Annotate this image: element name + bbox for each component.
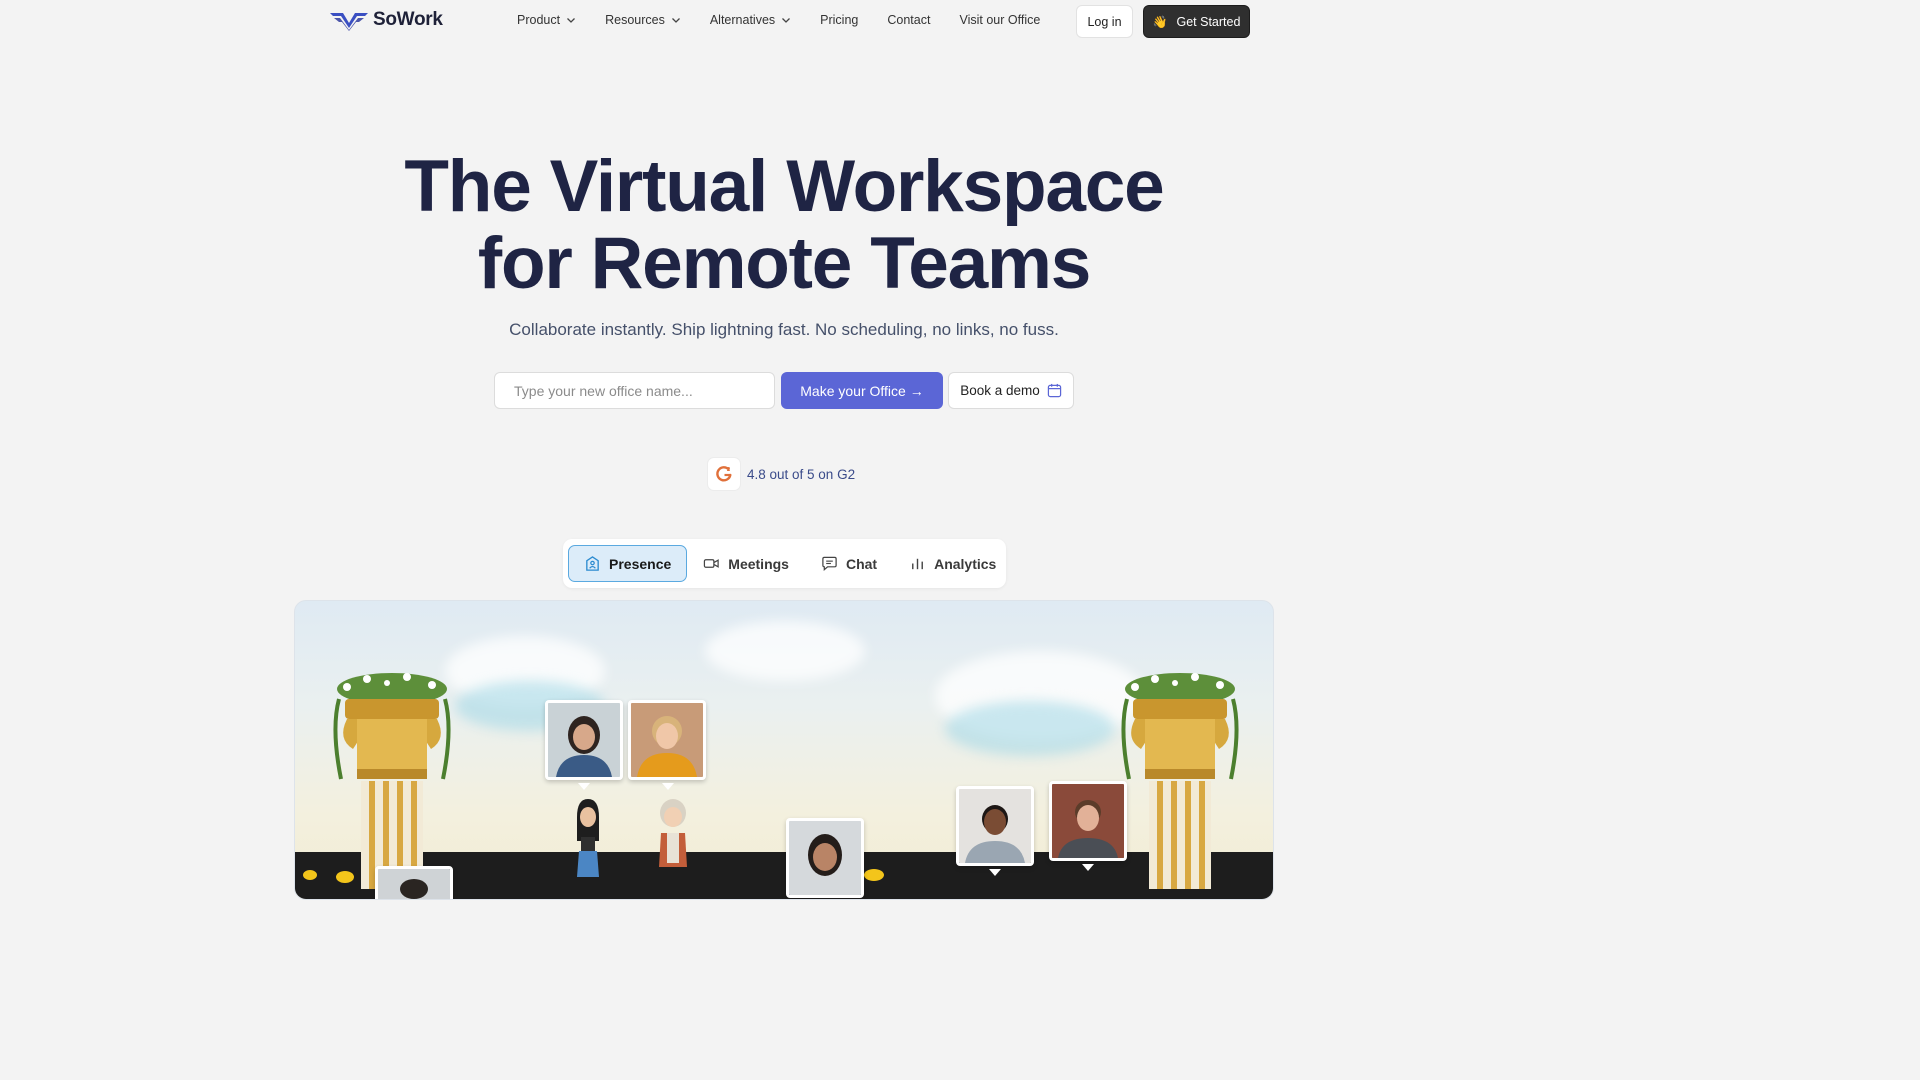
rating-text: 4.8 out of 5 on G2 [747,466,856,482]
chevron-down-icon [782,18,791,23]
nav-item-label: Product [517,13,561,27]
nav-item-resources[interactable]: Resources [605,13,681,27]
virtual-office-scene [294,600,1274,900]
hero-title-line-1: The Virtual Workspace [404,146,1164,227]
video-camera-icon [704,559,720,568]
feature-tabs: Presence Meetings Chat Analytics [563,539,1006,588]
tab-presence[interactable]: Presence [568,545,688,582]
participant-video-tile[interactable] [956,786,1034,866]
g2-glyph: 2 [716,466,732,482]
office-name-input[interactable] [494,372,775,409]
nav-item-label: Alternatives [709,13,776,27]
person-portrait [959,789,1031,863]
g2-logo-icon: 2 [708,458,740,490]
cloud [705,621,865,681]
sowork-wings-icon [330,13,368,31]
greek-column-left [333,673,451,889]
login-button[interactable]: Log in [1076,5,1133,38]
participant-video-tile[interactable] [628,700,706,780]
nav-item-alternatives[interactable]: Alternatives [710,13,791,27]
calendar-icon [1047,383,1061,398]
get-started-button[interactable]: 👋 Get Started [1143,5,1250,38]
book-demo-label: Book a demo [960,383,1040,398]
person-portrait [378,869,450,899]
chevron-down-icon [671,18,680,23]
user-avatar[interactable] [653,797,693,887]
book-demo-button[interactable]: Book a demo [948,372,1074,409]
nav-item-visit-office[interactable]: Visit our Office [959,13,1040,27]
bar-chart-icon [912,558,924,570]
tab-label: Presence [609,555,672,572]
tab-label: Analytics [934,555,997,572]
hero-title-line-2: for Remote Teams [477,223,1091,304]
tab-analytics[interactable]: Analytics [893,545,1012,582]
cloud [945,701,1115,756]
chat-bubble-icon [822,556,837,571]
tab-meetings[interactable]: Meetings [687,545,805,582]
nav-item-label: Pricing [820,13,859,27]
participant-video-tile[interactable] [786,818,864,898]
tab-chat[interactable]: Chat [805,545,893,582]
top-navigation: SoWork Product Resources Alternatives Pr… [0,0,1568,42]
nav-item-label: Contact [887,13,931,27]
office-icon [586,556,599,571]
tile-pointer [1082,864,1094,871]
person-portrait [548,703,620,777]
greek-column-right [1121,673,1239,889]
hero-subtitle: Collaborate instantly. Ship lightning fa… [509,320,1059,339]
participant-video-tile[interactable] [1049,781,1127,861]
waving-hand-icon: 👋 [1152,14,1168,29]
make-office-button[interactable]: Make your Office → [781,372,943,409]
nav-item-label: Visit our Office [959,13,1041,27]
tab-label: Meetings [728,555,789,572]
svg-text:2: 2 [727,467,731,473]
person-portrait [631,703,703,777]
tile-pointer [662,783,674,790]
tab-label: Chat [845,555,878,572]
brand-name: SoWork [373,9,443,30]
person-portrait [1052,784,1124,858]
nav-item-contact[interactable]: Contact [887,13,930,27]
user-avatar[interactable] [571,797,605,887]
hero-title: The Virtual Workspace for Remote Teams [0,148,1568,302]
chevron-down-icon [567,18,576,23]
tile-pointer [578,783,590,790]
person-portrait [789,821,861,895]
nav-item-pricing[interactable]: Pricing [820,13,858,27]
nav-item-product[interactable]: Product [517,13,576,27]
flowers-decoration [303,870,354,883]
cta-row: Make your Office → Book a demo [494,372,1074,409]
participant-video-tile[interactable] [545,700,623,780]
sowork-logo[interactable]: SoWork [329,9,443,31]
participant-video-tile[interactable] [375,866,453,899]
get-started-label: Get Started [1176,14,1241,29]
tile-pointer [989,869,1001,876]
flowers-decoration [864,869,884,881]
g2-rating[interactable]: 2 4.8 out of 5 on G2 [708,458,855,490]
nav-item-label: Resources [605,13,665,27]
nav-links: Product Resources Alternatives Pricing C… [517,13,1069,27]
